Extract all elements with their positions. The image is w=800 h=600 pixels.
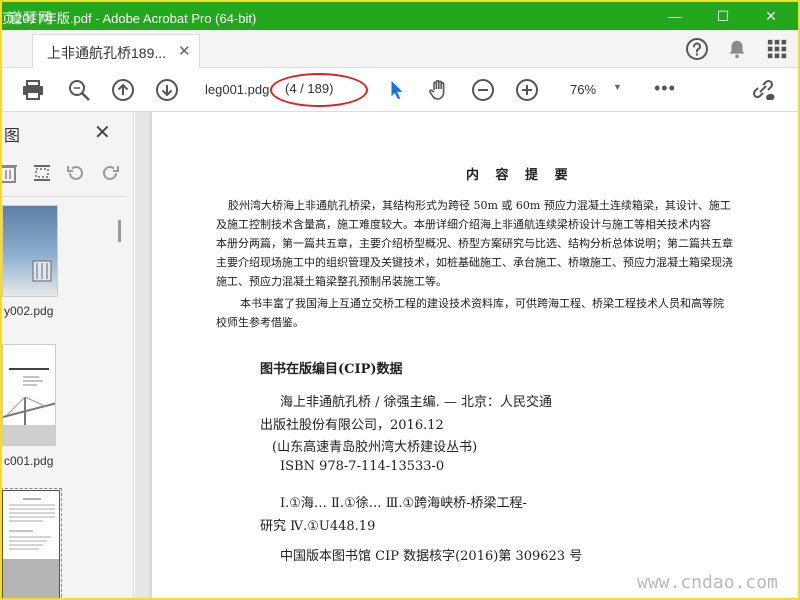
print-icon[interactable] [20,77,46,103]
page-heading: 内 容 提 要 [466,168,574,183]
delete-page-icon[interactable] [2,160,20,186]
rotate-right-icon[interactable] [98,160,122,186]
page-thumbnail-3-selected[interactable] [2,488,62,598]
cip-heading: 图书在版编目(CIP)数据 [260,362,403,377]
zoom-in-icon[interactable] [514,77,540,103]
logo-watermark: 道琴网 [8,10,53,26]
paragraph-line: 本书丰富了我国海上互通立交桥工程的建设技术资料库，可供跨海工程、桥梁工程技术人员… [240,297,724,310]
page-count: (4 / 189) [285,81,334,96]
cip-line: ISBN 978-7-114-13533-0 [280,459,445,474]
page-thumbnail-2[interactable] [2,344,56,446]
app-window: 页2017年版.pdf - Adobe Acrobat Pro (64-bit)… [2,2,798,598]
paragraph-line: 校师生参考借鉴。 [216,316,304,329]
close-window-button[interactable]: ✕ [748,2,794,30]
tab-bar: 上非通航孔桥189... ✕ [2,30,798,68]
paragraph-line: 及施工控制技术含量高，施工难度较大。本册详细介绍海上非通航连续梁桥设计与施工等相… [216,218,711,231]
apps-grid-icon[interactable] [764,36,790,62]
more-tools-icon[interactable]: ••• [654,78,676,99]
zoom-search-icon[interactable] [66,77,92,103]
maximize-button[interactable]: ☐ [700,2,746,30]
select-cursor-icon[interactable] [384,77,410,103]
paragraph-line: 胶州湾大桥海上非通航孔桥梁，其结构形式为跨径 50m 或 60m 预应力混凝土连… [228,199,731,212]
notification-bell-icon[interactable] [724,36,750,62]
cip-line: 海上非通航孔桥 / 徐强主编. — 北京：人民交通 [280,395,553,410]
thumbnail-label: c001.pdg [4,454,54,468]
tab-label: 上非通航孔桥189... [47,45,167,61]
insert-page-icon[interactable] [30,160,54,186]
paragraph-line: 主要介绍现场施工中的组织管理及关键技术，如桩基础施工、承台施工、桥墩施工、预应力… [216,256,733,269]
tab-close-icon[interactable]: ✕ [178,42,191,60]
chevron-down-icon[interactable]: ▼ [613,82,622,92]
pdf-page: 内 容 提 要 胶州湾大桥海上非通航孔桥梁，其结构形式为跨径 50m 或 60m… [152,112,798,598]
panel-divider [2,196,126,197]
paragraph-line: 本册分两篇，第一篇共五章，主要介绍桥型概况、桥型方案研究与比选、结构分析总体说明… [216,237,733,250]
panel-scrollbar[interactable] [118,220,121,242]
rotate-left-icon[interactable] [64,160,88,186]
zoom-level-select[interactable]: 76% [570,82,596,97]
paragraph-line: 施工、预应力混凝土箱梁整孔预制吊装施工等。 [216,275,447,288]
next-page-icon[interactable] [154,77,180,103]
cip-line: Ⅰ.①海… Ⅱ.①徐… Ⅲ.①跨海峡桥-桥梁工程- [280,496,527,511]
cip-line: (山东高速青岛胶州湾大桥建设丛书) [272,440,478,455]
site-watermark: www.cndao.com [637,572,778,593]
cip-line: 中国版本图书馆 CIP 数据核字(2016)第 309623 号 [280,549,583,564]
thumbnail-label: y002.pdg [4,304,54,318]
page-number-field[interactable]: leg001.pdg [198,79,274,101]
minimize-button[interactable]: — [652,2,698,30]
help-icon[interactable] [684,36,710,62]
title-bar: 页2017年版.pdf - Adobe Acrobat Pro (64-bit)… [2,2,798,30]
toolbar: leg001.pdg (4 / 189) 76% ▼ ••• [2,68,798,112]
document-viewport[interactable]: 内 容 提 要 胶州湾大桥海上非通航孔桥梁，其结构形式为跨径 50m 或 60m… [135,112,798,598]
share-link-icon[interactable] [750,77,776,103]
panel-close-icon[interactable]: ✕ [94,120,111,145]
document-tab[interactable]: 上非通航孔桥189... ✕ [32,34,200,68]
thumbnail-panel: 图 ✕ y002.pdg c001.pdg [2,112,134,598]
zoom-out-icon[interactable] [470,77,496,103]
cip-line: 研究 Ⅳ.①U448.19 [260,519,376,534]
panel-toolbar [2,160,134,190]
previous-page-icon[interactable] [110,77,136,103]
page-thumbnail-1[interactable] [2,205,58,297]
panel-title: 图 [4,128,21,145]
hand-tool-icon[interactable] [426,77,452,103]
cip-line: 出版社股份有限公司，2016.12 [260,418,444,433]
